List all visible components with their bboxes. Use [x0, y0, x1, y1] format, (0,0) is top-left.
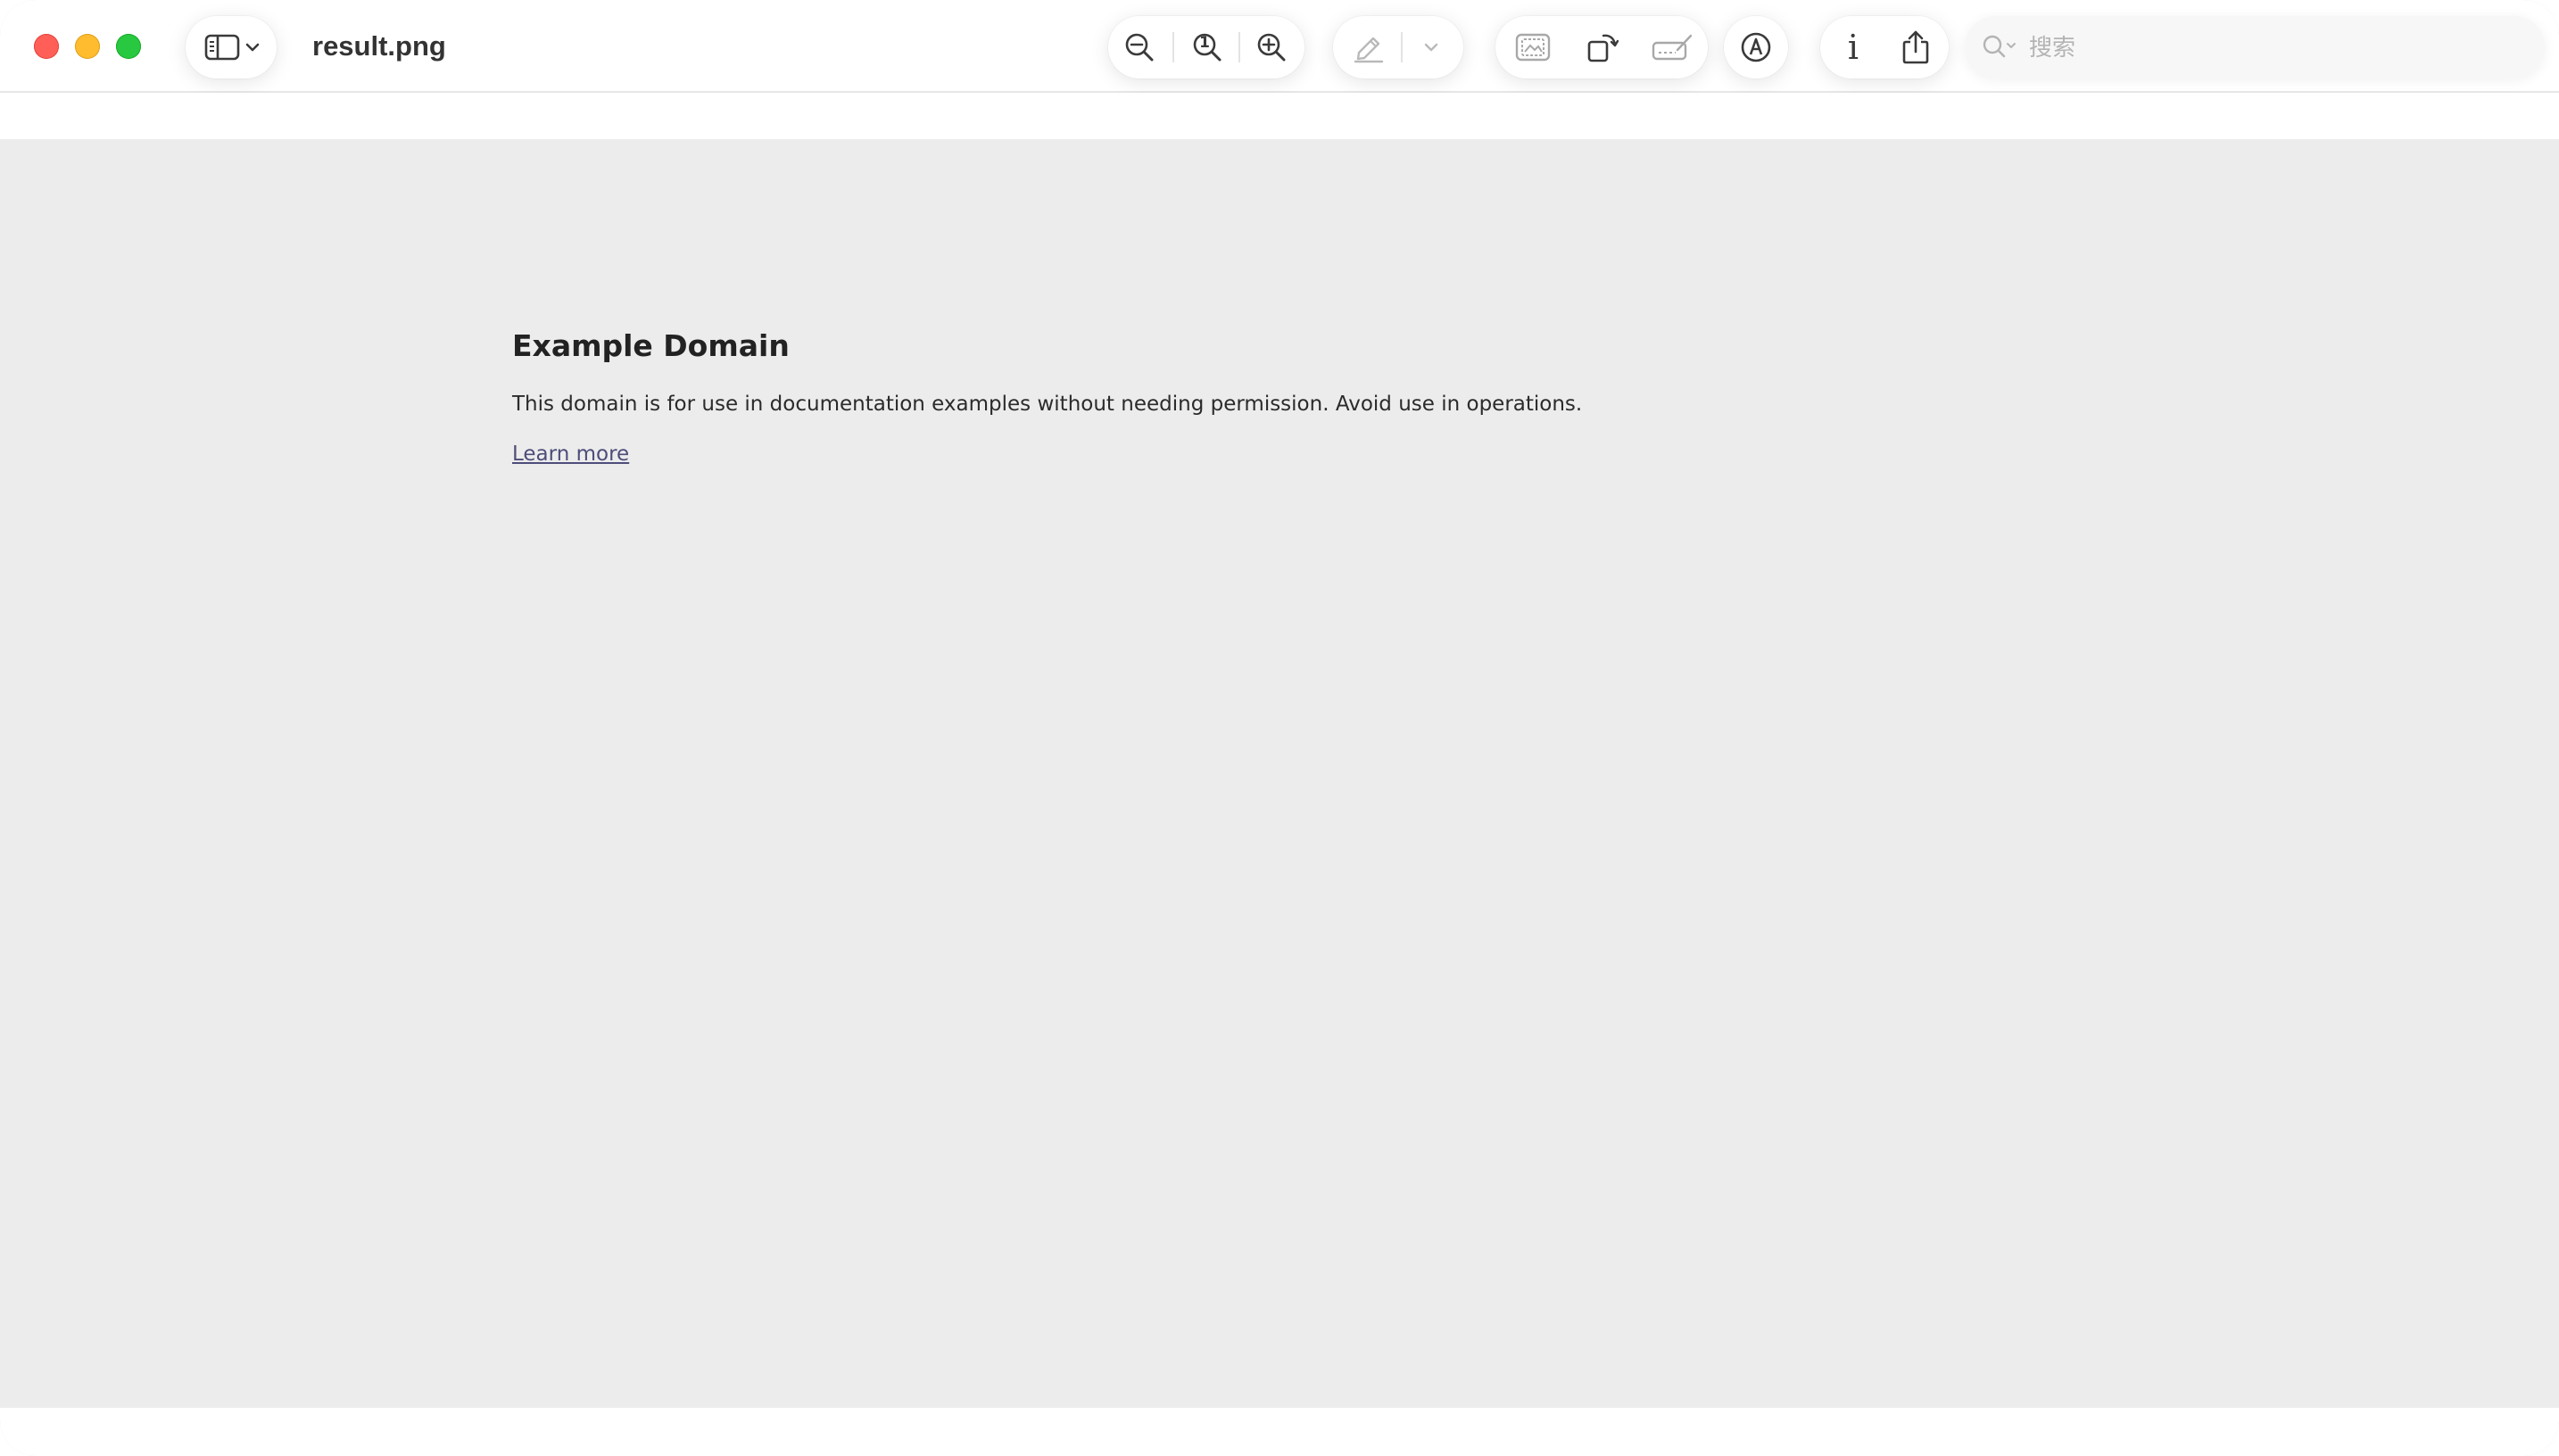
rotate-icon [1586, 30, 1619, 64]
search-icon [1981, 33, 2020, 66]
markup-icon [1740, 31, 1772, 63]
chevron-down-icon [245, 42, 260, 53]
crop-button[interactable] [1499, 16, 1567, 79]
actual-size-icon: 1 [1191, 31, 1223, 63]
zoom-out-button[interactable] [1108, 16, 1171, 79]
crop-image-icon [1514, 32, 1552, 62]
preview-window: result.png 1 i 搜索 Example Domain This do… [0, 0, 2559, 1456]
sidebar-icon [204, 34, 240, 61]
sidebar-toggle-button[interactable] [200, 16, 264, 79]
toolbar-divider [1172, 32, 1174, 62]
toolbar-divider [1401, 32, 1403, 62]
document-title: result.png [312, 30, 446, 62]
minimize-window-button[interactable] [75, 34, 100, 59]
actual-size-button[interactable]: 1 [1176, 16, 1238, 79]
edit-controls [1495, 16, 1708, 79]
highlight-controls [1333, 16, 1463, 79]
fullscreen-window-button[interactable] [116, 34, 141, 59]
signature-button[interactable] [1638, 16, 1706, 79]
learn-more-link[interactable]: Learn more [512, 443, 629, 466]
highlight-options-button[interactable] [1404, 16, 1458, 79]
search-field[interactable] [1965, 16, 2545, 79]
rotate-button[interactable] [1569, 16, 1636, 79]
markup-button[interactable] [1724, 16, 1788, 79]
info-button[interactable]: i [1822, 16, 1884, 79]
highlight-pen-icon [1352, 31, 1386, 63]
markup-group [1724, 16, 1788, 79]
chevron-down-icon [1423, 42, 1439, 53]
document-top-margin [0, 93, 2559, 139]
close-window-button[interactable] [34, 34, 59, 59]
info-share-group: i [1820, 16, 1949, 79]
share-button[interactable] [1884, 16, 1947, 79]
info-icon: i [1847, 28, 1859, 67]
document-bottom-margin [0, 1408, 2559, 1456]
actual-size-glyph: 1 [1199, 34, 1210, 52]
page-body-text: This domain is for use in documentation … [512, 393, 1583, 416]
zoom-out-icon [1123, 31, 1155, 63]
title-bar: result.png 1 i 搜索 [0, 0, 2559, 93]
zoom-in-button[interactable] [1240, 16, 1303, 79]
highlight-button[interactable] [1337, 16, 1401, 79]
sidebar-toggle-group [186, 16, 277, 79]
search-input[interactable] [2027, 29, 2530, 68]
page-heading: Example Domain [512, 328, 790, 363]
signature-icon [1651, 32, 1694, 62]
zoom-in-icon [1255, 31, 1288, 63]
image-canvas[interactable] [0, 139, 2559, 1408]
zoom-controls: 1 [1108, 16, 1304, 79]
share-icon [1901, 29, 1931, 65]
